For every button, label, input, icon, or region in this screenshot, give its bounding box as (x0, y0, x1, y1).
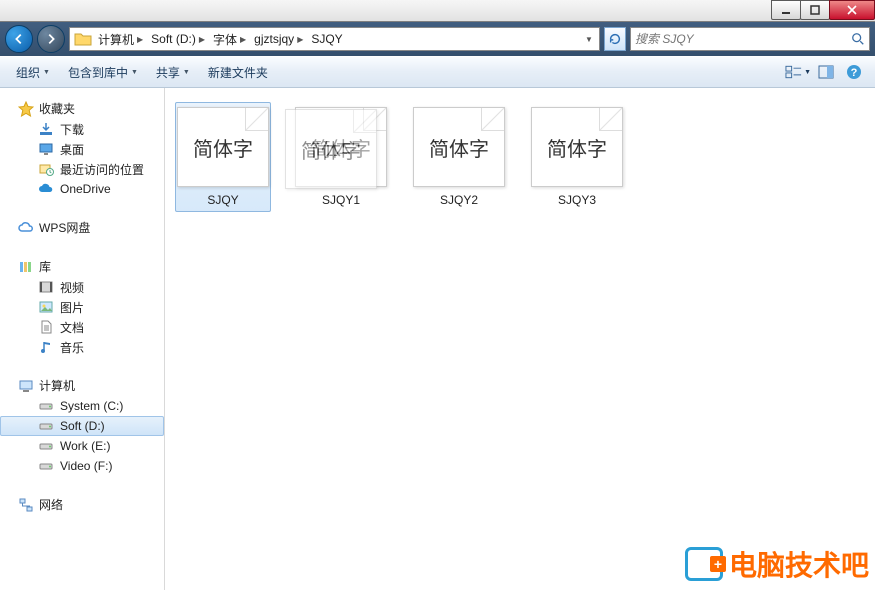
cloud-icon (38, 181, 54, 197)
recent-icon (38, 161, 54, 177)
font-thumbnail: 简体字 (295, 107, 387, 187)
file-name-label: SJQY2 (440, 193, 478, 207)
file-name-label: SJQY1 (322, 193, 360, 207)
maximize-button[interactable] (800, 0, 830, 20)
star-icon (18, 101, 34, 117)
desktop-icon (38, 141, 54, 157)
search-box[interactable] (630, 27, 870, 51)
search-icon (851, 32, 865, 46)
back-button[interactable] (5, 25, 33, 53)
search-input[interactable] (635, 32, 851, 46)
libraries-label: 库 (39, 258, 51, 275)
drive-icon (38, 398, 54, 414)
folder-icon (74, 31, 92, 47)
font-thumbnail: 简体字 (177, 107, 269, 187)
favorites-label: 收藏夹 (39, 100, 75, 117)
view-options-button[interactable]: ▼ (785, 61, 811, 83)
sidebar-item-desktop[interactable]: 桌面 (0, 139, 164, 159)
svg-text:?: ? (851, 67, 858, 79)
sidebar-item-videos[interactable]: 视频 (0, 277, 164, 297)
minimize-button[interactable] (771, 0, 801, 20)
favorites-header[interactable]: 收藏夹 (0, 98, 164, 119)
refresh-button[interactable] (604, 27, 626, 51)
window-buttons (772, 0, 875, 20)
network-header[interactable]: 网络 (0, 494, 164, 515)
preview-pane-button[interactable] (813, 61, 839, 83)
music-icon (38, 339, 54, 355)
sidebar-item-onedrive[interactable]: OneDrive (0, 179, 164, 199)
file-item[interactable]: 简体字 SJQY3 (529, 102, 625, 212)
organize-menu[interactable]: 组织▼ (8, 60, 58, 85)
file-item[interactable]: 简体字 SJQY1 (293, 102, 389, 212)
font-thumbnail: 简体字 (531, 107, 623, 187)
file-item[interactable]: 简体字 SJQY2 (411, 102, 507, 212)
drive-icon (38, 418, 54, 434)
navigation-bar: 计算机▶ Soft (D:)▶ 字体▶ gjztsjqy▶ SJQY ▼ (0, 22, 875, 56)
forward-button[interactable] (37, 25, 65, 53)
sidebar-item-documents[interactable]: 文档 (0, 317, 164, 337)
cloud-icon (18, 220, 34, 236)
download-icon (38, 121, 54, 137)
crumb-fonts[interactable]: 字体▶ (209, 28, 250, 50)
picture-icon (38, 299, 54, 315)
drive-icon (38, 438, 54, 454)
include-in-library-menu[interactable]: 包含到库中▼ (60, 60, 146, 85)
libraries-group: 库 视频 图片 文档 音乐 (0, 256, 164, 357)
sidebar-item-music[interactable]: 音乐 (0, 337, 164, 357)
sidebar-item-drive-c[interactable]: System (C:) (0, 396, 164, 416)
crumb-computer[interactable]: 计算机▶ (94, 28, 147, 50)
crumb-soft-d[interactable]: Soft (D:)▶ (147, 28, 209, 50)
navigation-pane: 收藏夹 下载 桌面 最近访问的位置 OneDrive WPS网盘 库 视频 图片… (0, 88, 165, 590)
watermark: 电脑技术吧 (685, 544, 869, 584)
window-titlebar (0, 0, 875, 22)
file-item[interactable]: 简体字 SJQY (175, 102, 271, 212)
computer-group: 计算机 System (C:) Soft (D:) Work (E:) Vide… (0, 375, 164, 476)
libraries-header[interactable]: 库 (0, 256, 164, 277)
wps-group: WPS网盘 (0, 217, 164, 238)
font-thumbnail: 简体字 (413, 107, 505, 187)
close-button[interactable] (829, 0, 875, 20)
video-icon (38, 279, 54, 295)
wps-header[interactable]: WPS网盘 (0, 217, 164, 238)
document-icon (38, 319, 54, 335)
file-name-label: SJQY (207, 193, 238, 207)
computer-icon (18, 378, 34, 394)
sidebar-item-recent[interactable]: 最近访问的位置 (0, 159, 164, 179)
breadcrumb-dropdown[interactable]: ▼ (581, 35, 597, 44)
sidebar-item-pictures[interactable]: 图片 (0, 297, 164, 317)
help-button[interactable]: ? (841, 61, 867, 83)
drive-icon (38, 458, 54, 474)
crumb-gjztsjqy[interactable]: gjztsjqy▶ (250, 28, 307, 50)
watermark-text: 电脑技术吧 (729, 544, 869, 584)
command-bar: 组织▼ 包含到库中▼ 共享▼ 新建文件夹 ▼ ? (0, 56, 875, 88)
sidebar-item-drive-d[interactable]: Soft (D:) (0, 416, 164, 436)
watermark-logo-icon (685, 547, 723, 581)
favorites-group: 收藏夹 下载 桌面 最近访问的位置 OneDrive (0, 98, 164, 199)
sidebar-item-downloads[interactable]: 下载 (0, 119, 164, 139)
library-icon (18, 259, 34, 275)
sidebar-item-drive-e[interactable]: Work (E:) (0, 436, 164, 456)
computer-label: 计算机 (39, 377, 75, 394)
network-group: 网络 (0, 494, 164, 515)
share-menu[interactable]: 共享▼ (148, 60, 198, 85)
sidebar-item-drive-f[interactable]: Video (F:) (0, 456, 164, 476)
computer-header[interactable]: 计算机 (0, 375, 164, 396)
crumb-sjqy[interactable]: SJQY (307, 28, 346, 50)
main-area: 收藏夹 下载 桌面 最近访问的位置 OneDrive WPS网盘 库 视频 图片… (0, 88, 875, 590)
network-icon (18, 497, 34, 513)
new-folder-button[interactable]: 新建文件夹 (200, 60, 276, 85)
wps-label: WPS网盘 (39, 219, 90, 236)
file-list[interactable]: 简体字 SJQY 简体字 SJQY1 简体字 SJQY2 简体字 SJQY3 简… (165, 88, 875, 590)
network-label: 网络 (39, 496, 63, 513)
breadcrumb[interactable]: 计算机▶ Soft (D:)▶ 字体▶ gjztsjqy▶ SJQY ▼ (69, 27, 600, 51)
file-name-label: SJQY3 (558, 193, 596, 207)
